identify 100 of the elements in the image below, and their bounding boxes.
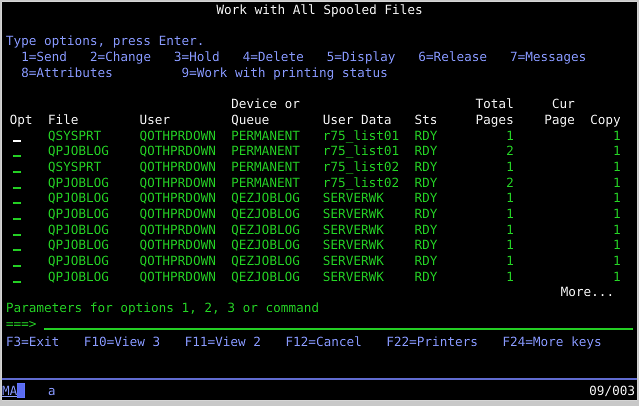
mode-indicator: MA (2, 382, 18, 398)
option-label: 3=Hold (174, 49, 220, 65)
table-cell: QOTHPRDOWN (139, 158, 216, 175)
table-cell: PERMANENT (231, 143, 300, 159)
table-cell: 1 (506, 268, 514, 284)
function-key[interactable]: F22=Printers (386, 334, 478, 350)
option-input-field[interactable] (13, 249, 22, 252)
table-cell: SERVERWK (322, 206, 384, 222)
table-cell: 1 (613, 206, 621, 222)
table-cell: QOTHPRDOWN (139, 237, 216, 253)
column-header: User (139, 112, 170, 128)
option-label: 7=Messages (510, 49, 586, 65)
column-header: Pages (476, 112, 514, 128)
column-header: Page (544, 112, 575, 128)
status-indicator: a (48, 382, 56, 398)
table-cell: r75_list02 (322, 174, 400, 190)
table-cell: 1 (613, 143, 621, 159)
function-key[interactable]: F10=View 3 (84, 334, 160, 350)
table-cell: 1 (613, 268, 621, 284)
table-cell: 1 (613, 174, 621, 190)
table-cell: QOTHPRDOWN (139, 206, 216, 222)
option-input-field[interactable] (13, 218, 22, 220)
option-label: 8=Attributes (21, 64, 114, 80)
table-cell: 1 (506, 253, 514, 269)
option-input-field[interactable] (13, 170, 22, 173)
table-cell: PERMANENT (231, 128, 300, 144)
command-label: Parameters for options 1, 2, 3 or command (6, 300, 319, 316)
table-cell: RDY (414, 222, 438, 238)
table-cell: SERVERWK (322, 268, 384, 284)
table-cell: QPJOBLOG (48, 174, 109, 190)
column-header: Cur (552, 96, 575, 112)
column-header: Opt (10, 112, 33, 128)
table-cell: 1 (506, 206, 514, 222)
table-cell: QOTHPRDOWN (139, 268, 216, 284)
table-cell: QPJOBLOG (48, 143, 109, 159)
cursor-block (17, 382, 25, 398)
function-key[interactable]: F24=More keys (502, 334, 602, 350)
option-label: 6=Release (418, 49, 488, 65)
table-cell: 2 (506, 174, 514, 190)
command-input-field[interactable] (44, 328, 634, 330)
table-cell: QEZJOBLOG (231, 190, 300, 206)
table-cell: 1 (613, 158, 621, 175)
more-indicator: More... (560, 284, 614, 300)
option-input-field[interactable] (13, 186, 22, 189)
option-input-field[interactable] (13, 234, 22, 236)
column-header: User Data (322, 112, 392, 128)
table-cell: RDY (414, 190, 438, 206)
table-cell: RDY (414, 143, 438, 159)
table-cell: RDY (414, 253, 438, 269)
table-cell: r75_list01 (322, 143, 400, 159)
column-header: Sts (414, 112, 438, 128)
table-cell: r75_list01 (322, 128, 400, 144)
column-header: Device or (231, 96, 300, 112)
table-cell: 1 (506, 237, 514, 253)
function-key[interactable]: F12=Cancel (285, 334, 362, 350)
table-cell: QEZJOBLOG (231, 253, 300, 269)
function-key[interactable]: F3=Exit (6, 334, 60, 350)
function-key[interactable]: F11=View 2 (184, 334, 261, 350)
table-cell: QPJOBLOG (48, 268, 109, 284)
table-cell: PERMANENT (231, 174, 300, 190)
table-cell: QPJOBLOG (48, 190, 109, 206)
table-cell: QOTHPRDOWN (139, 222, 216, 238)
column-header: Copy (590, 112, 621, 128)
option-label: 5=Display (326, 49, 396, 65)
table-cell: QSYSPRT (48, 128, 102, 144)
screen-title: Work with All Spooled Files (216, 2, 423, 18)
option-label: 9=Work with printing status (181, 64, 388, 80)
table-cell: QEZJOBLOG (231, 222, 300, 238)
table-cell: SERVERWK (322, 237, 384, 253)
option-input-field[interactable] (13, 280, 22, 283)
table-cell: QPJOBLOG (48, 237, 109, 253)
column-header: File (48, 112, 78, 128)
table-cell: RDY (414, 268, 438, 284)
table-cell: 1 (613, 237, 621, 253)
table-cell: QPJOBLOG (48, 253, 109, 269)
option-input-field[interactable] (13, 155, 22, 158)
table-cell: SERVERWK (322, 253, 384, 269)
table-cell: QOTHPRDOWN (139, 253, 216, 269)
table-cell: 1 (613, 128, 621, 144)
table-cell: QOTHPRDOWN (139, 174, 216, 190)
column-header: Total (476, 96, 514, 112)
command-prompt: ===> (6, 316, 36, 332)
table-cell: 1 (613, 253, 621, 269)
table-cell: QOTHPRDOWN (139, 143, 216, 159)
table-cell: RDY (414, 158, 438, 175)
option-label: 2=Change (90, 49, 151, 65)
table-cell: QPJOBLOG (48, 222, 109, 238)
cursor-position: 09/003 (589, 382, 635, 398)
table-cell: QEZJOBLOG (231, 237, 300, 253)
table-cell: QOTHPRDOWN (139, 128, 216, 144)
option-input-field[interactable] (13, 202, 22, 204)
option-label: 1=Send (21, 49, 67, 65)
table-cell: 2 (506, 143, 514, 159)
table-cell: SERVERWK (322, 222, 384, 238)
option-label: 4=Delete (242, 49, 304, 65)
table-cell: 1 (506, 128, 514, 144)
table-cell: RDY (414, 174, 438, 190)
table-cell: 1 (506, 158, 514, 175)
column-header: Queue (231, 112, 270, 128)
table-cell: RDY (414, 237, 438, 253)
